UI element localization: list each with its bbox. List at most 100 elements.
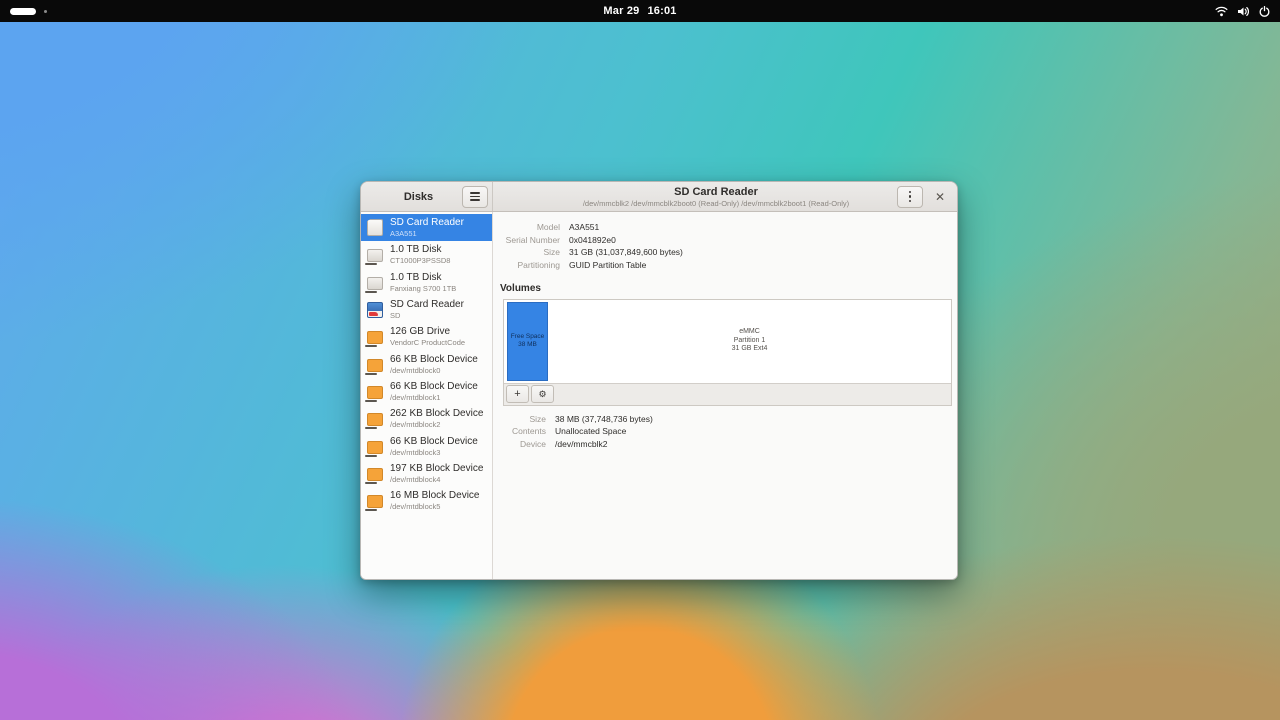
device-text: SD Card ReaderA3A551 (390, 217, 464, 238)
device-subtitle: Fanxiang S700 1TB (390, 284, 456, 293)
field-value: 38 MB (37,748,736 bytes) (555, 414, 950, 425)
close-button[interactable]: ✕ (929, 186, 951, 208)
field-label: Serial Number (500, 235, 560, 246)
sidebar-item-4[interactable]: 126 GB DriveVendorC ProductCode (361, 323, 492, 350)
wifi-icon (1215, 6, 1228, 17)
clock-date: Mar 29 (603, 5, 639, 17)
plus-icon: + (514, 389, 520, 400)
free-space-volume[interactable]: Free Space38 MB (507, 302, 548, 381)
sidebar-header: Disks (361, 182, 493, 211)
device-subtitle: /dev/mtdblock4 (390, 475, 483, 484)
sidebar-item-3[interactable]: SD Card ReaderSD (361, 296, 492, 323)
field-value: /dev/mmcblk2 (555, 439, 950, 450)
sidebar-item-1[interactable]: 1.0 TB DiskCT1000P3PSSD8 (361, 241, 492, 268)
device-text: 66 KB Block Device/dev/mtdblock1 (390, 381, 478, 402)
volume-icon (1237, 6, 1250, 17)
device-text: 262 KB Block Device/dev/mtdblock2 (390, 408, 483, 429)
device-text: 66 KB Block Device/dev/mtdblock0 (390, 354, 478, 375)
sidebar-item-5[interactable]: 66 KB Block Device/dev/mtdblock0 (361, 350, 492, 377)
sd-card-white-icon (367, 219, 383, 236)
drive-menu-button[interactable] (897, 186, 923, 208)
clock[interactable]: Mar 29 16:01 (603, 5, 676, 17)
field-label: Contents (500, 426, 546, 437)
volume-label-line: eMMC (739, 328, 760, 337)
sidebar-item-6[interactable]: 66 KB Block Device/dev/mtdblock1 (361, 378, 492, 405)
device-title: 16 MB Block Device (390, 490, 479, 502)
system-status-area[interactable] (1215, 6, 1270, 17)
close-icon: ✕ (935, 190, 945, 204)
device-title: 66 KB Block Device (390, 354, 478, 366)
device-title: 66 KB Block Device (390, 436, 478, 448)
volume-label-line: Free Space (511, 333, 545, 341)
top-bar: Mar 29 16:01 (0, 0, 1280, 22)
block-orange-icon (367, 386, 383, 399)
device-title: 126 GB Drive (390, 326, 465, 338)
field-label: Device (500, 439, 546, 450)
device-subtitle: /dev/mtdblock3 (390, 448, 478, 457)
sd-card-blue-icon (367, 302, 383, 318)
block-orange-icon (367, 441, 383, 454)
device-subtitle: /dev/mtdblock0 (390, 366, 478, 375)
volumes-widget: Free Space38 MBeMMCPartition 131 GB Ext4… (503, 299, 952, 406)
power-icon (1259, 6, 1270, 17)
device-title: 1.0 TB Disk (390, 272, 456, 284)
window-titles: SD Card Reader /dev/mmcblk2 /dev/mmcblk2… (499, 186, 897, 208)
device-text: 66 KB Block Device/dev/mtdblock3 (390, 436, 478, 457)
drive-info-fields: ModelA3A551Serial Number0x041892e0Size31… (500, 222, 950, 271)
volume-label-line: 38 MB (518, 341, 537, 349)
partition-options-button[interactable]: ⚙ (531, 385, 554, 403)
device-text: 126 GB DriveVendorC ProductCode (390, 326, 465, 347)
sidebar-item-2[interactable]: 1.0 TB DiskFanxiang S700 1TB (361, 269, 492, 296)
sidebar-item-0[interactable]: SD Card ReaderA3A551 (361, 214, 492, 241)
sidebar-item-10[interactable]: 16 MB Block Device/dev/mtdblock5 (361, 487, 492, 514)
device-subtitle: SD (390, 311, 464, 320)
device-text: 1.0 TB DiskFanxiang S700 1TB (390, 272, 456, 293)
device-text: 197 KB Block Device/dev/mtdblock4 (390, 463, 483, 484)
window-title: SD Card Reader (535, 186, 897, 199)
sidebar-item-9[interactable]: 197 KB Block Device/dev/mtdblock4 (361, 460, 492, 487)
device-title: 262 KB Block Device (390, 408, 483, 420)
field-value: A3A551 (569, 222, 950, 233)
hamburger-icon (470, 192, 480, 201)
main-header: SD Card Reader /dev/mmcblk2 /dev/mmcblk2… (493, 182, 957, 211)
block-orange-icon (367, 359, 383, 372)
drive-icon (367, 277, 383, 290)
field-value: 31 GB (31,037,849,600 bytes) (569, 247, 950, 258)
volume-label-line: 31 GB Ext4 (732, 345, 768, 354)
device-text: 1.0 TB DiskCT1000P3PSSD8 (390, 244, 450, 265)
app-title: Disks (361, 191, 462, 203)
volume-label-line: Partition 1 (734, 337, 766, 346)
device-subtitle: VendorC ProductCode (390, 338, 465, 347)
device-text: SD Card ReaderSD (390, 299, 464, 320)
block-orange-icon (367, 331, 383, 344)
sidebar-item-7[interactable]: 262 KB Block Device/dev/mtdblock2 (361, 405, 492, 432)
block-orange-icon (367, 413, 383, 426)
field-value: Unallocated Space (555, 426, 950, 437)
drive-details-pane: ModelA3A551Serial Number0x041892e0Size31… (493, 212, 957, 579)
device-subtitle: /dev/mtdblock5 (390, 502, 479, 511)
block-orange-icon (367, 468, 383, 481)
app-menu-button[interactable] (462, 186, 488, 208)
disks-window: Disks SD Card Reader /dev/mmcblk2 /dev/m… (360, 181, 958, 580)
window-body: SD Card ReaderA3A551 1.0 TB DiskCT1000P3P… (361, 212, 957, 579)
volume-toolbar: +⚙ (504, 383, 951, 405)
device-title: 1.0 TB Disk (390, 244, 450, 256)
window-subtitle: /dev/mmcblk2 /dev/mmcblk2boot0 (Read-Onl… (535, 199, 897, 208)
activities-pill (10, 8, 36, 15)
gear-icon: ⚙ (538, 390, 546, 399)
device-title: 66 KB Block Device (390, 381, 478, 393)
partition-volume[interactable]: eMMCPartition 131 GB Ext4 (548, 300, 951, 383)
device-subtitle: /dev/mtdblock2 (390, 420, 483, 429)
workspace-dot-icon (44, 10, 47, 13)
activities-button[interactable] (10, 0, 47, 22)
drive-icon (367, 249, 383, 262)
device-list: SD Card ReaderA3A551 1.0 TB DiskCT1000P3P… (361, 212, 493, 579)
sidebar-item-8[interactable]: 66 KB Block Device/dev/mtdblock3 (361, 432, 492, 459)
device-subtitle: A3A551 (390, 229, 464, 238)
create-partition-button[interactable]: + (506, 385, 529, 403)
field-value: 0x041892e0 (569, 235, 950, 246)
device-title: 197 KB Block Device (390, 463, 483, 475)
titlebar[interactable]: Disks SD Card Reader /dev/mmcblk2 /dev/m… (361, 182, 957, 212)
field-value: GUID Partition Table (569, 260, 950, 271)
desktop-background: Mar 29 16:01 Disks SD (0, 0, 1280, 720)
